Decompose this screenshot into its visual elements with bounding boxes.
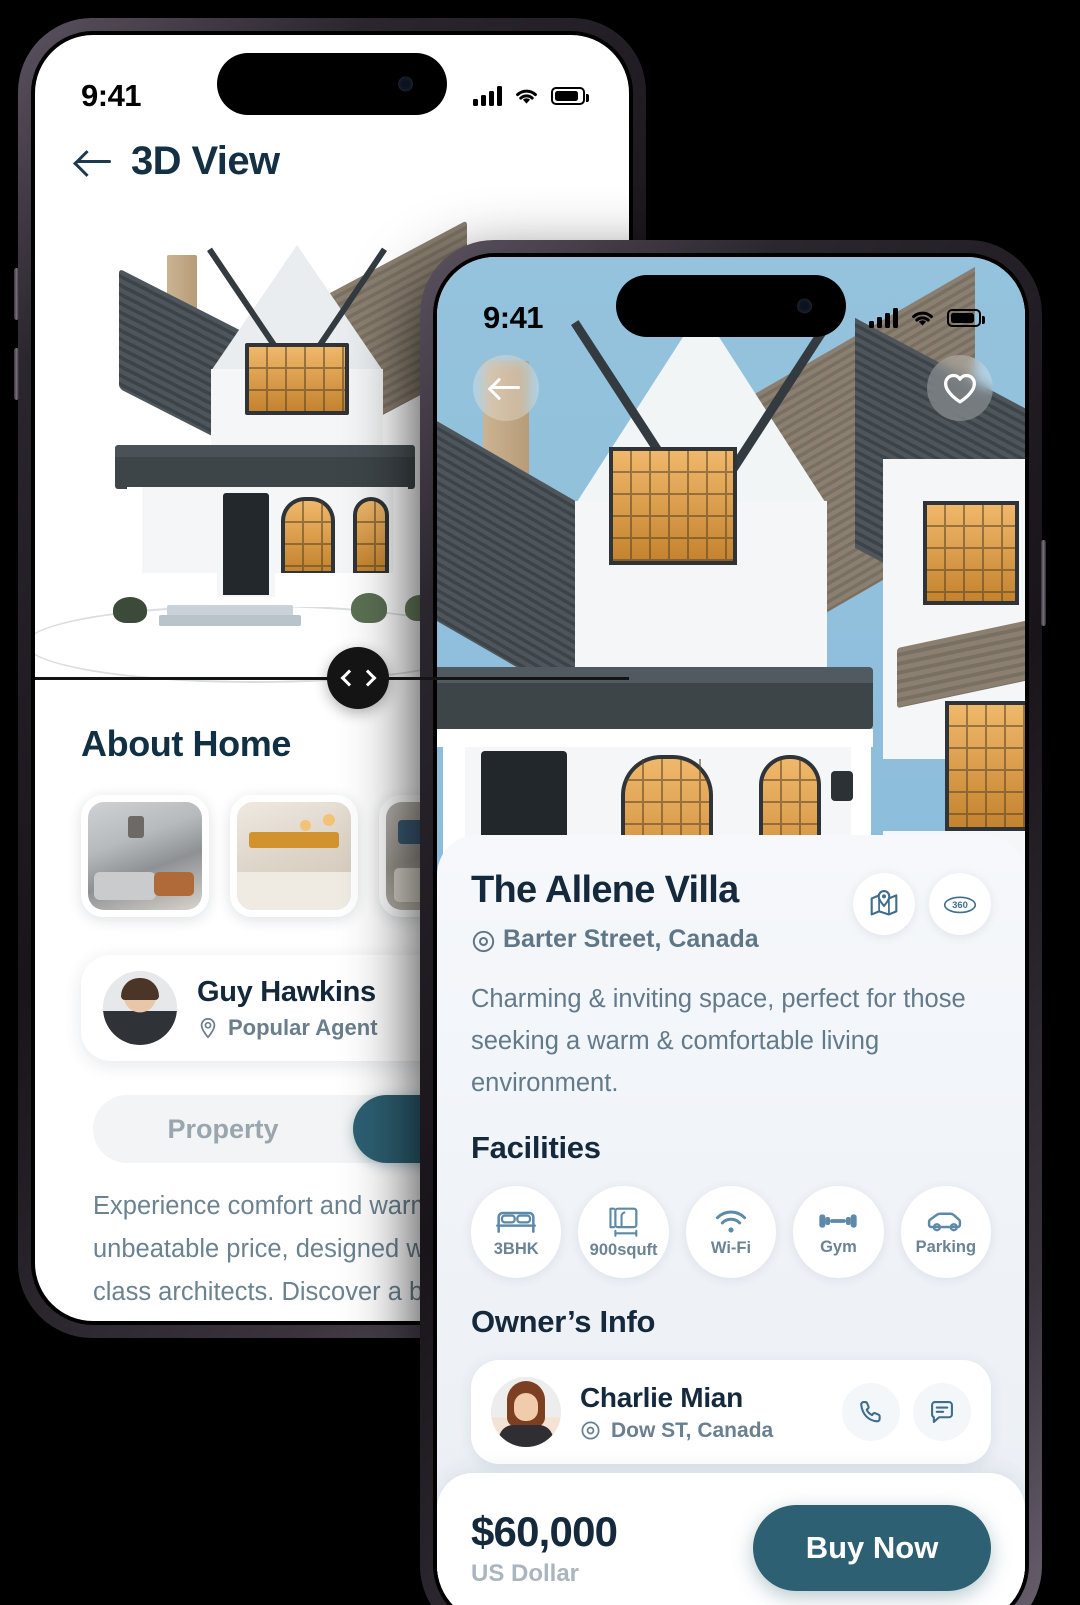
facilities-title: Facilities xyxy=(471,1130,601,1165)
property-heading-block: The Allene Villa Barter Street, Canada xyxy=(471,869,759,954)
property-address-row: Barter Street, Canada xyxy=(471,925,759,954)
owner-info-title: Owner’s Info xyxy=(471,1304,656,1339)
list-item[interactable] xyxy=(81,795,209,917)
owner-address-row: Dow ST, Canada xyxy=(580,1419,773,1443)
kitchen-thumbnail xyxy=(237,802,351,910)
chevron-right-icon xyxy=(359,669,376,687)
property-description: Charming & inviting space, perfect for t… xyxy=(471,985,966,1097)
rotate-left-right-icon[interactable] xyxy=(327,647,389,709)
property-price: $60,000 xyxy=(471,1508,618,1555)
front-camera-icon xyxy=(398,76,413,92)
dynamic-island xyxy=(217,53,447,115)
owner-action-buttons xyxy=(842,1383,971,1441)
wifi-icon xyxy=(715,1210,747,1233)
cellular-bars-icon xyxy=(869,308,898,328)
status-time: 9:41 xyxy=(81,78,142,113)
property-address: Barter Street, Canada xyxy=(503,925,759,953)
property-header-row: The Allene Villa Barter Street, Canada 3… xyxy=(471,869,991,954)
back-button[interactable] xyxy=(473,355,539,421)
bed-icon xyxy=(496,1211,537,1233)
facility-label: 900squft xyxy=(589,1240,658,1259)
page-header-left: 3D View xyxy=(77,139,280,184)
price-currency: US Dollar xyxy=(471,1560,580,1587)
cellular-bars-icon xyxy=(473,86,502,106)
screenshot-stage: 9:41 3D View About Home Guy Hawkins Popu… xyxy=(0,0,1080,1605)
tab-property[interactable]: Property xyxy=(93,1095,353,1163)
facility-area[interactable]: 900squft xyxy=(578,1186,669,1278)
battery-icon xyxy=(947,309,985,327)
location-pin-icon xyxy=(197,1017,219,1039)
facilities-list: 3BHK 900squft Wi-Fi Gym Parking xyxy=(471,1186,992,1278)
floorplan-icon xyxy=(609,1207,638,1237)
back-arrow-icon xyxy=(491,377,521,399)
status-indicators xyxy=(869,308,985,328)
facility-gym[interactable]: Gym xyxy=(793,1186,884,1278)
avatar xyxy=(103,971,177,1045)
front-camera-icon xyxy=(797,298,812,314)
favorite-button[interactable] xyxy=(927,355,993,421)
message-button[interactable] xyxy=(913,1383,971,1441)
price-block: $60,000 US Dollar xyxy=(471,1508,618,1588)
heart-icon xyxy=(944,373,976,404)
owner-name: Charlie Mian xyxy=(580,1381,743,1413)
chat-bubble-icon xyxy=(931,1401,953,1423)
page-title: The Allene Villa xyxy=(471,869,739,911)
facility-label: Gym xyxy=(820,1237,857,1256)
chevron-left-icon xyxy=(340,669,357,687)
facility-label: Wi-Fi xyxy=(710,1238,752,1257)
status-indicators xyxy=(473,86,589,106)
agent-role-row: Popular Agent xyxy=(197,1015,378,1041)
phone-right-bezel: 9:41 The Allene Villa Barter Street, Can… xyxy=(433,253,1029,1605)
dumbbell-icon xyxy=(819,1213,858,1228)
list-item[interactable] xyxy=(230,795,358,917)
page-title: 3D View xyxy=(131,139,280,183)
dynamic-island xyxy=(616,275,846,337)
facility-wifi[interactable]: Wi-Fi xyxy=(685,1186,777,1278)
map-pin-icon xyxy=(870,890,898,916)
phone-icon xyxy=(860,1401,881,1423)
map-button[interactable] xyxy=(853,873,915,935)
property-action-buttons: 360 xyxy=(853,873,991,935)
facility-3bhk[interactable]: 3BHK xyxy=(471,1186,562,1278)
360-view-icon: 360 xyxy=(943,896,977,914)
battery-icon xyxy=(551,87,589,105)
owner-card[interactable]: Charlie Mian Dow ST, Canada xyxy=(471,1360,991,1464)
owner-text-block: Charlie Mian Dow ST, Canada xyxy=(580,1382,773,1443)
agent-name: Guy Hawkins xyxy=(197,975,376,1008)
svg-text:360: 360 xyxy=(952,900,968,911)
facility-parking[interactable]: Parking xyxy=(900,1186,992,1278)
facility-label: 3BHK xyxy=(493,1239,539,1258)
view-360-button[interactable]: 360 xyxy=(929,873,991,935)
power-button[interactable] xyxy=(1041,540,1046,626)
call-button[interactable] xyxy=(842,1383,900,1441)
agent-role: Popular Agent xyxy=(228,1014,378,1040)
wifi-icon xyxy=(516,89,537,104)
phone-right-property-detail: 9:41 The Allene Villa Barter Street, Can… xyxy=(420,240,1046,1605)
location-pin-icon xyxy=(471,929,495,952)
status-time: 9:41 xyxy=(483,300,544,335)
location-pin-icon xyxy=(580,1420,602,1442)
phone-right-screen: 9:41 The Allene Villa Barter Street, Can… xyxy=(437,257,1025,1605)
volume-up-button[interactable] xyxy=(14,268,19,320)
facility-label: Parking xyxy=(915,1237,977,1256)
volume-down-button[interactable] xyxy=(14,348,19,400)
back-arrow-icon[interactable] xyxy=(77,149,113,175)
purchase-footer: $60,000 US Dollar Buy Now xyxy=(437,1473,1025,1605)
house-3d-model xyxy=(75,220,475,641)
avatar xyxy=(491,1377,561,1447)
owner-address: Dow ST, Canada xyxy=(611,1418,774,1442)
buy-now-button[interactable]: Buy Now xyxy=(753,1505,991,1591)
wifi-icon xyxy=(912,311,933,326)
car-icon xyxy=(927,1211,961,1231)
living-room-thumbnail xyxy=(88,802,202,910)
